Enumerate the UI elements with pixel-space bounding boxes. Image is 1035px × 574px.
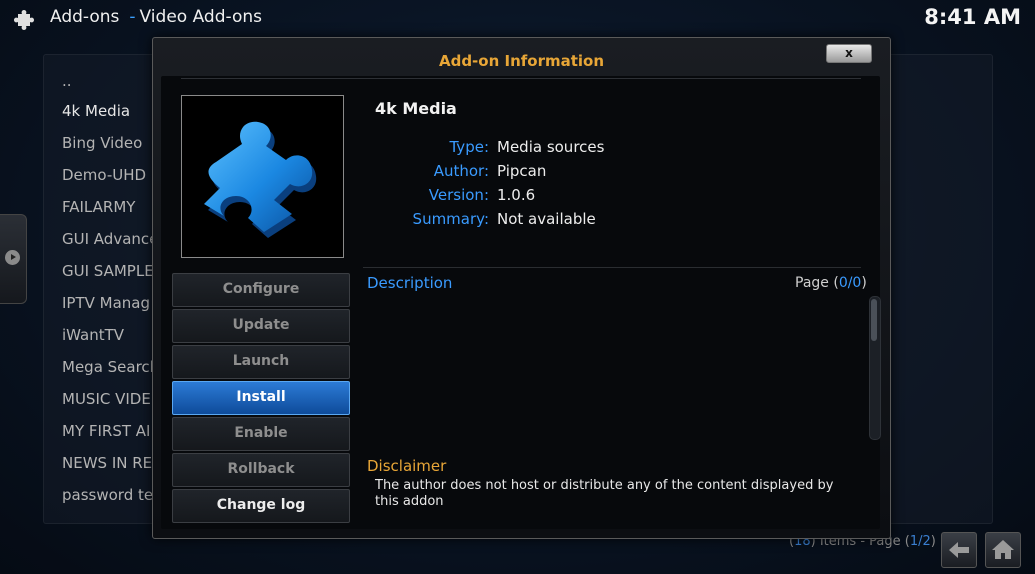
- item-count-close: ): [930, 534, 936, 549]
- summary-value: Not available: [497, 210, 596, 228]
- back-arrow-icon: [949, 542, 969, 558]
- breadcrumb-separator: -: [129, 7, 136, 27]
- play-arrow-icon: [5, 250, 20, 265]
- configure-button[interactable]: Configure: [172, 273, 350, 307]
- list-item[interactable]: NEWS IN RE: [62, 454, 152, 472]
- version-label: Version:: [428, 186, 489, 204]
- list-item[interactable]: FAILARMY: [62, 198, 135, 216]
- clock: 8:41 AM: [924, 5, 1021, 29]
- author-label: Author:: [433, 162, 489, 180]
- list-item[interactable]: GUI Advance: [62, 230, 158, 248]
- disclaimer-heading: Disclaimer: [367, 457, 447, 475]
- breadcrumb-subsection: Video Add-ons: [139, 7, 262, 27]
- top-bar: Add-ons - Video Add-ons 8:41 AM: [0, 0, 1035, 34]
- list-item[interactable]: GUI SAMPLE: [62, 262, 154, 280]
- list-item[interactable]: Mega Search: [62, 358, 159, 376]
- page-value: 0/0: [838, 275, 862, 291]
- enable-button[interactable]: Enable: [172, 417, 350, 451]
- list-item[interactable]: Demo-UHD: [62, 166, 146, 184]
- list-item[interactable]: ..: [62, 72, 72, 90]
- author-value: Pipcan: [497, 162, 547, 180]
- puzzle-piece-icon: [204, 121, 317, 238]
- puzzle-icon: [14, 10, 34, 30]
- disclaimer-text: The author does not host or distribute a…: [375, 478, 834, 509]
- list-item[interactable]: 4k Media: [62, 102, 130, 120]
- install-button[interactable]: Install: [172, 381, 350, 415]
- type-label: Type:: [449, 138, 489, 156]
- changelog-button[interactable]: Change log: [172, 489, 350, 523]
- addon-info-dialog: Add-on Information x 4k Media Type: Medi…: [152, 37, 891, 539]
- list-item[interactable]: MUSIC VIDE: [62, 390, 151, 408]
- description-heading: Description: [367, 274, 453, 292]
- description-scrollbar[interactable]: [869, 296, 881, 440]
- list-item[interactable]: iWantTV: [62, 326, 124, 344]
- addon-thumbnail: [181, 95, 344, 258]
- summary-label: Summary:: [412, 210, 489, 228]
- breadcrumb-section: Add-ons: [50, 7, 120, 27]
- version-value: 1.0.6: [497, 186, 536, 204]
- list-item[interactable]: Bing Video: [62, 134, 142, 152]
- side-menu-tab[interactable]: [0, 214, 27, 304]
- type-value: Media sources: [497, 138, 605, 156]
- close-button[interactable]: x: [826, 44, 872, 63]
- update-button[interactable]: Update: [172, 309, 350, 343]
- launch-button[interactable]: Launch: [172, 345, 350, 379]
- list-item[interactable]: MY FIRST AI: [62, 422, 150, 440]
- scrollbar-thumb[interactable]: [871, 299, 877, 341]
- back-button[interactable]: [941, 532, 977, 568]
- item-count-page: 1/2: [909, 534, 931, 549]
- breadcrumb: Add-ons - Video Add-ons: [50, 7, 262, 27]
- title-divider: [181, 78, 861, 79]
- addon-name: 4k Media: [375, 99, 457, 118]
- page-prefix: Page (: [795, 275, 839, 291]
- home-button[interactable]: [985, 532, 1021, 568]
- rollback-button[interactable]: Rollback: [172, 453, 350, 487]
- dialog-title: Add-on Information: [438, 52, 605, 70]
- info-divider: [363, 267, 861, 268]
- page-suffix: ): [861, 275, 867, 291]
- list-item[interactable]: IPTV Manag: [62, 294, 150, 312]
- home-icon: [992, 540, 1014, 559]
- list-item[interactable]: password te: [62, 486, 153, 504]
- description-page-indicator: Page (0/0): [795, 275, 867, 291]
